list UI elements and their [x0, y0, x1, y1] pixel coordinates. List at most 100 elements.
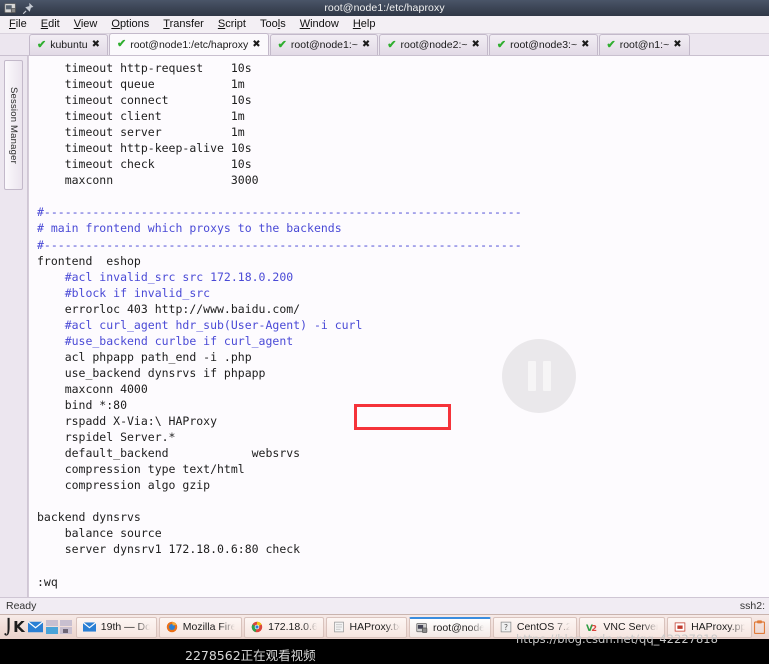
terminal-line: use_backend dynsrvs if phpapp — [37, 365, 266, 380]
menu-options[interactable]: Options — [111, 16, 149, 33]
terminal-line: #---------------------------------------… — [37, 237, 522, 252]
kde-menu-icon[interactable]: ⌡K — [4, 619, 25, 635]
close-icon[interactable]: ✖ — [92, 40, 100, 50]
terminal-icon[interactable] — [4, 2, 17, 15]
menu-transfer[interactable]: Transfer — [163, 16, 204, 33]
terminal-pane[interactable]: timeout http-request 10s timeout queue 1… — [28, 56, 769, 597]
session-tab[interactable]: ✔ root@node1:/etc/haproxy ✖ — [108, 33, 269, 55]
pin-icon[interactable] — [22, 2, 35, 15]
session-tab-label: root@node2:~ — [400, 39, 468, 51]
terminal-line: timeout http-keep-alive 10s — [37, 141, 252, 156]
terminal-line: timeout connect 10s — [37, 93, 252, 108]
pause-bar-left — [527, 361, 536, 391]
terminal-line: acl phpapp path_end -i .php — [37, 349, 252, 364]
terminal-line: #block if invalid_src — [37, 285, 211, 300]
session-tab[interactable]: ✔ root@node3:~ ✖ — [488, 34, 598, 55]
close-icon[interactable]: ✖ — [673, 40, 681, 50]
session-tab-label: root@node1:~ — [290, 39, 358, 51]
taskbar-window-label: HAProxy.tx — [349, 621, 401, 633]
session-tab[interactable]: ✔ root@n1:~ ✖ — [598, 34, 690, 55]
status-protocol-text: ssh2: — [739, 600, 765, 612]
text-file-icon — [333, 621, 345, 633]
vm-icon: ? — [500, 621, 512, 633]
terminal-line: compression type text/html — [37, 462, 245, 477]
terminal-line: errorloc 403 http://www.baidu.com/ — [37, 301, 301, 316]
taskbar-window-button[interactable]: 172.18.0.6 — [244, 616, 324, 638]
session-tab-label: root@n1:~ — [619, 39, 670, 51]
taskbar-window-button[interactable]: HAProxy.tx — [325, 616, 408, 638]
menu-script[interactable]: Script — [218, 16, 246, 33]
terminal-line: default_backend websrvs — [37, 446, 301, 461]
menu-window[interactable]: Window — [300, 16, 339, 33]
connected-check-icon: ✔ — [277, 38, 287, 51]
menu-help[interactable]: Help — [353, 16, 376, 33]
terminal-line: backend dynsrvs — [37, 510, 141, 525]
close-icon[interactable]: ✖ — [252, 39, 260, 50]
connected-check-icon: ✔ — [387, 38, 397, 51]
session-tabstrip: ✔ kubuntu ✖ ✔ root@node1:/etc/haproxy ✖ ✔ root@… — [0, 33, 769, 56]
taskbar-launchers: ⌡K — [2, 619, 76, 635]
menu-tools[interactable]: Tools — [260, 16, 286, 33]
menubar: File Edit View Options Transfer Script T… — [0, 16, 769, 34]
mail-icon[interactable] — [27, 621, 43, 633]
sidebar-item-session-manager[interactable]: Session Manager — [4, 60, 23, 190]
menu-file[interactable]: File — [9, 16, 27, 33]
session-tab[interactable]: ✔ root@node2:~ ✖ — [379, 34, 488, 55]
terminal-line: #acl invalid_src src 172.18.0.200 — [37, 269, 294, 284]
terminal-text: timeout http-request 10s timeout queue 1… — [29, 56, 769, 590]
close-icon[interactable]: ✖ — [581, 40, 589, 50]
session-tab-label: root@node3:~ — [510, 39, 578, 51]
firefox-icon — [166, 621, 178, 633]
red-highlight-annotation — [354, 404, 451, 430]
chrome-icon — [251, 621, 263, 633]
sidebar-item-label: Session Manager — [8, 86, 19, 164]
system-tray — [754, 620, 767, 634]
terminal-line: :wq — [37, 574, 58, 589]
terminal-line: maxconn 3000 — [37, 173, 259, 188]
clipboard-icon[interactable] — [754, 620, 765, 634]
pause-bar-right — [542, 361, 551, 391]
connected-check-icon: ✔ — [116, 38, 127, 50]
statusbar: Ready ssh2: — [0, 597, 769, 614]
terminal-line: #acl curl_agent hdr_sub(User-Agent) -i c… — [37, 317, 363, 332]
taskbar-window-label: root@node — [433, 621, 484, 634]
session-tab[interactable]: ✔ root@node1:~ ✖ — [269, 34, 379, 55]
session-tab[interactable]: ✔ kubuntu ✖ — [29, 34, 108, 55]
svg-text:?: ? — [504, 623, 508, 632]
status-ready-text: Ready — [6, 600, 37, 612]
terminal-line: timeout http-request 10s — [37, 61, 252, 75]
desktop-pager-icon[interactable] — [45, 620, 72, 634]
terminal-line: #use_backend curlbe if curl_agent — [37, 333, 294, 348]
close-icon[interactable]: ✖ — [472, 40, 480, 50]
window-titlebar: root@node1:/etc/haproxy — [0, 0, 769, 16]
connected-check-icon: ✔ — [496, 38, 507, 51]
terminal-line: rspidel Server.* — [37, 430, 176, 445]
taskbar-window-button[interactable]: Mozilla Fire — [158, 616, 243, 638]
menu-edit[interactable]: Edit — [41, 16, 60, 33]
terminal-line: timeout client 1m — [37, 109, 245, 124]
terminal-line: # main frontend which proxys to the back… — [37, 221, 342, 236]
viewer-count-text: 2278562正在观看视频 — [185, 648, 316, 663]
window-title: root@node1:/etc/haproxy — [324, 2, 445, 14]
close-icon[interactable]: ✖ — [362, 40, 370, 50]
pause-button[interactable] — [502, 339, 576, 413]
terminal-line: frontend eshop — [37, 253, 141, 268]
taskbar-window-label: Mozilla Fire — [182, 621, 236, 633]
taskbar-window-label: 19th — Do — [100, 621, 150, 633]
taskbar-window-button[interactable]: root@node — [409, 616, 491, 638]
taskbar-window-label: 172.18.0.6 — [268, 621, 317, 633]
terminal-line: balance source — [37, 526, 162, 541]
blog-url-text: https://blog.csdn.net/qq_42227818 — [516, 632, 718, 646]
terminal-line: timeout check 10s — [37, 157, 252, 172]
connected-check-icon: ✔ — [37, 38, 47, 51]
terminal-line: #---------------------------------------… — [37, 205, 522, 220]
mail-icon — [82, 622, 96, 632]
taskbar-window-button[interactable]: 19th — Do — [75, 616, 157, 638]
session-tab-label: root@node1:/etc/haproxy — [130, 38, 249, 51]
terminal-line: server dynsrv1 172.18.0.6:80 check — [37, 542, 301, 557]
menu-view[interactable]: View — [74, 16, 98, 33]
video-watermark-bar: 2278562正在观看视频 https://blog.csdn.net/qq_4… — [0, 632, 769, 664]
session-tab-label: kubuntu — [50, 39, 88, 51]
